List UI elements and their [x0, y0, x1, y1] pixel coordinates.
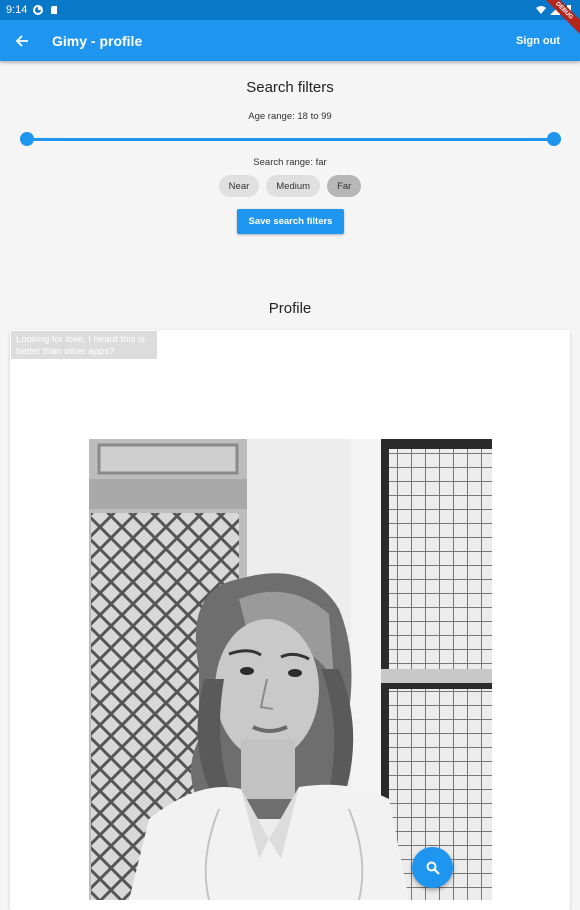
sign-out-button[interactable]: Sign out — [506, 27, 570, 55]
search-fab[interactable] — [412, 847, 453, 888]
profile-title: Profile — [268, 300, 312, 317]
arrow-back-icon — [15, 34, 28, 47]
search-icon — [426, 861, 440, 875]
age-max-thumb[interactable] — [547, 132, 561, 146]
chip-far[interactable]: Far — [327, 175, 362, 197]
status-bar: 9:14 — [0, 0, 580, 20]
chip-medium[interactable]: Medium — [266, 175, 321, 197]
age-range-slider-track[interactable] — [27, 138, 554, 141]
app-notification-icon — [33, 5, 44, 15]
age-min-thumb[interactable] — [20, 132, 34, 146]
profile-photo-illustration — [89, 439, 492, 900]
search-range-label: Search range: far — [253, 157, 327, 168]
age-range-label: Age range: 18 to 99 — [248, 111, 332, 122]
profile-photo — [89, 439, 492, 900]
search-filters-title: Search filters — [246, 79, 334, 96]
profile-bio: Looking for love, I heard this is better… — [11, 331, 157, 359]
save-search-filters-button[interactable]: Save search filters — [237, 209, 344, 234]
search-range-chips: Near Medium Far — [0, 175, 580, 197]
app-bar: Gimy - profile Sign out — [0, 20, 580, 61]
page-title: Gimy - profile — [52, 32, 143, 49]
wifi-icon — [536, 6, 546, 14]
chip-near[interactable]: Near — [218, 175, 260, 197]
status-time: 9:14 — [6, 4, 28, 16]
back-button[interactable] — [2, 20, 42, 61]
sd-card-icon — [51, 6, 58, 14]
